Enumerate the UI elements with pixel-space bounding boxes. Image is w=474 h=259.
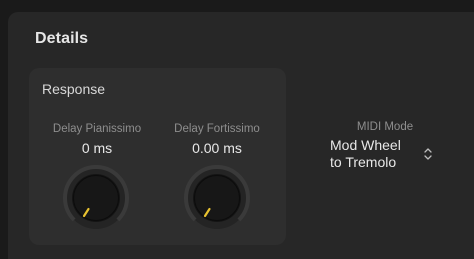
- knob-dial-icon: [63, 165, 129, 229]
- delay-fortissimo-value[interactable]: 0.00 ms: [162, 140, 272, 156]
- delay-pianissimo-knob[interactable]: [63, 165, 129, 231]
- plugin-details-view: Details Response Delay Pianissimo 0 ms D…: [0, 0, 474, 259]
- midi-mode-select[interactable]: Mod Wheel to Tremolo: [330, 137, 433, 171]
- midi-mode-value-line1: Mod Wheel: [330, 137, 401, 153]
- knob-dial-icon: [184, 165, 250, 229]
- chevron-up-down-icon: [424, 148, 432, 160]
- midi-mode-value-line2: to Tremolo: [330, 154, 397, 170]
- panel-title: Details: [35, 30, 89, 47]
- delay-fortissimo-knob[interactable]: [184, 165, 250, 231]
- delay-pianissimo-value[interactable]: 0 ms: [42, 140, 152, 156]
- delay-pianissimo-label: Delay Pianissimo: [52, 123, 142, 135]
- delay-fortissimo-label: Delay Fortissimo: [174, 123, 260, 135]
- section-title: Response: [42, 81, 106, 97]
- midi-mode-value: Mod Wheel to Tremolo: [330, 137, 420, 171]
- midi-mode-label: MIDI Mode: [356, 121, 414, 133]
